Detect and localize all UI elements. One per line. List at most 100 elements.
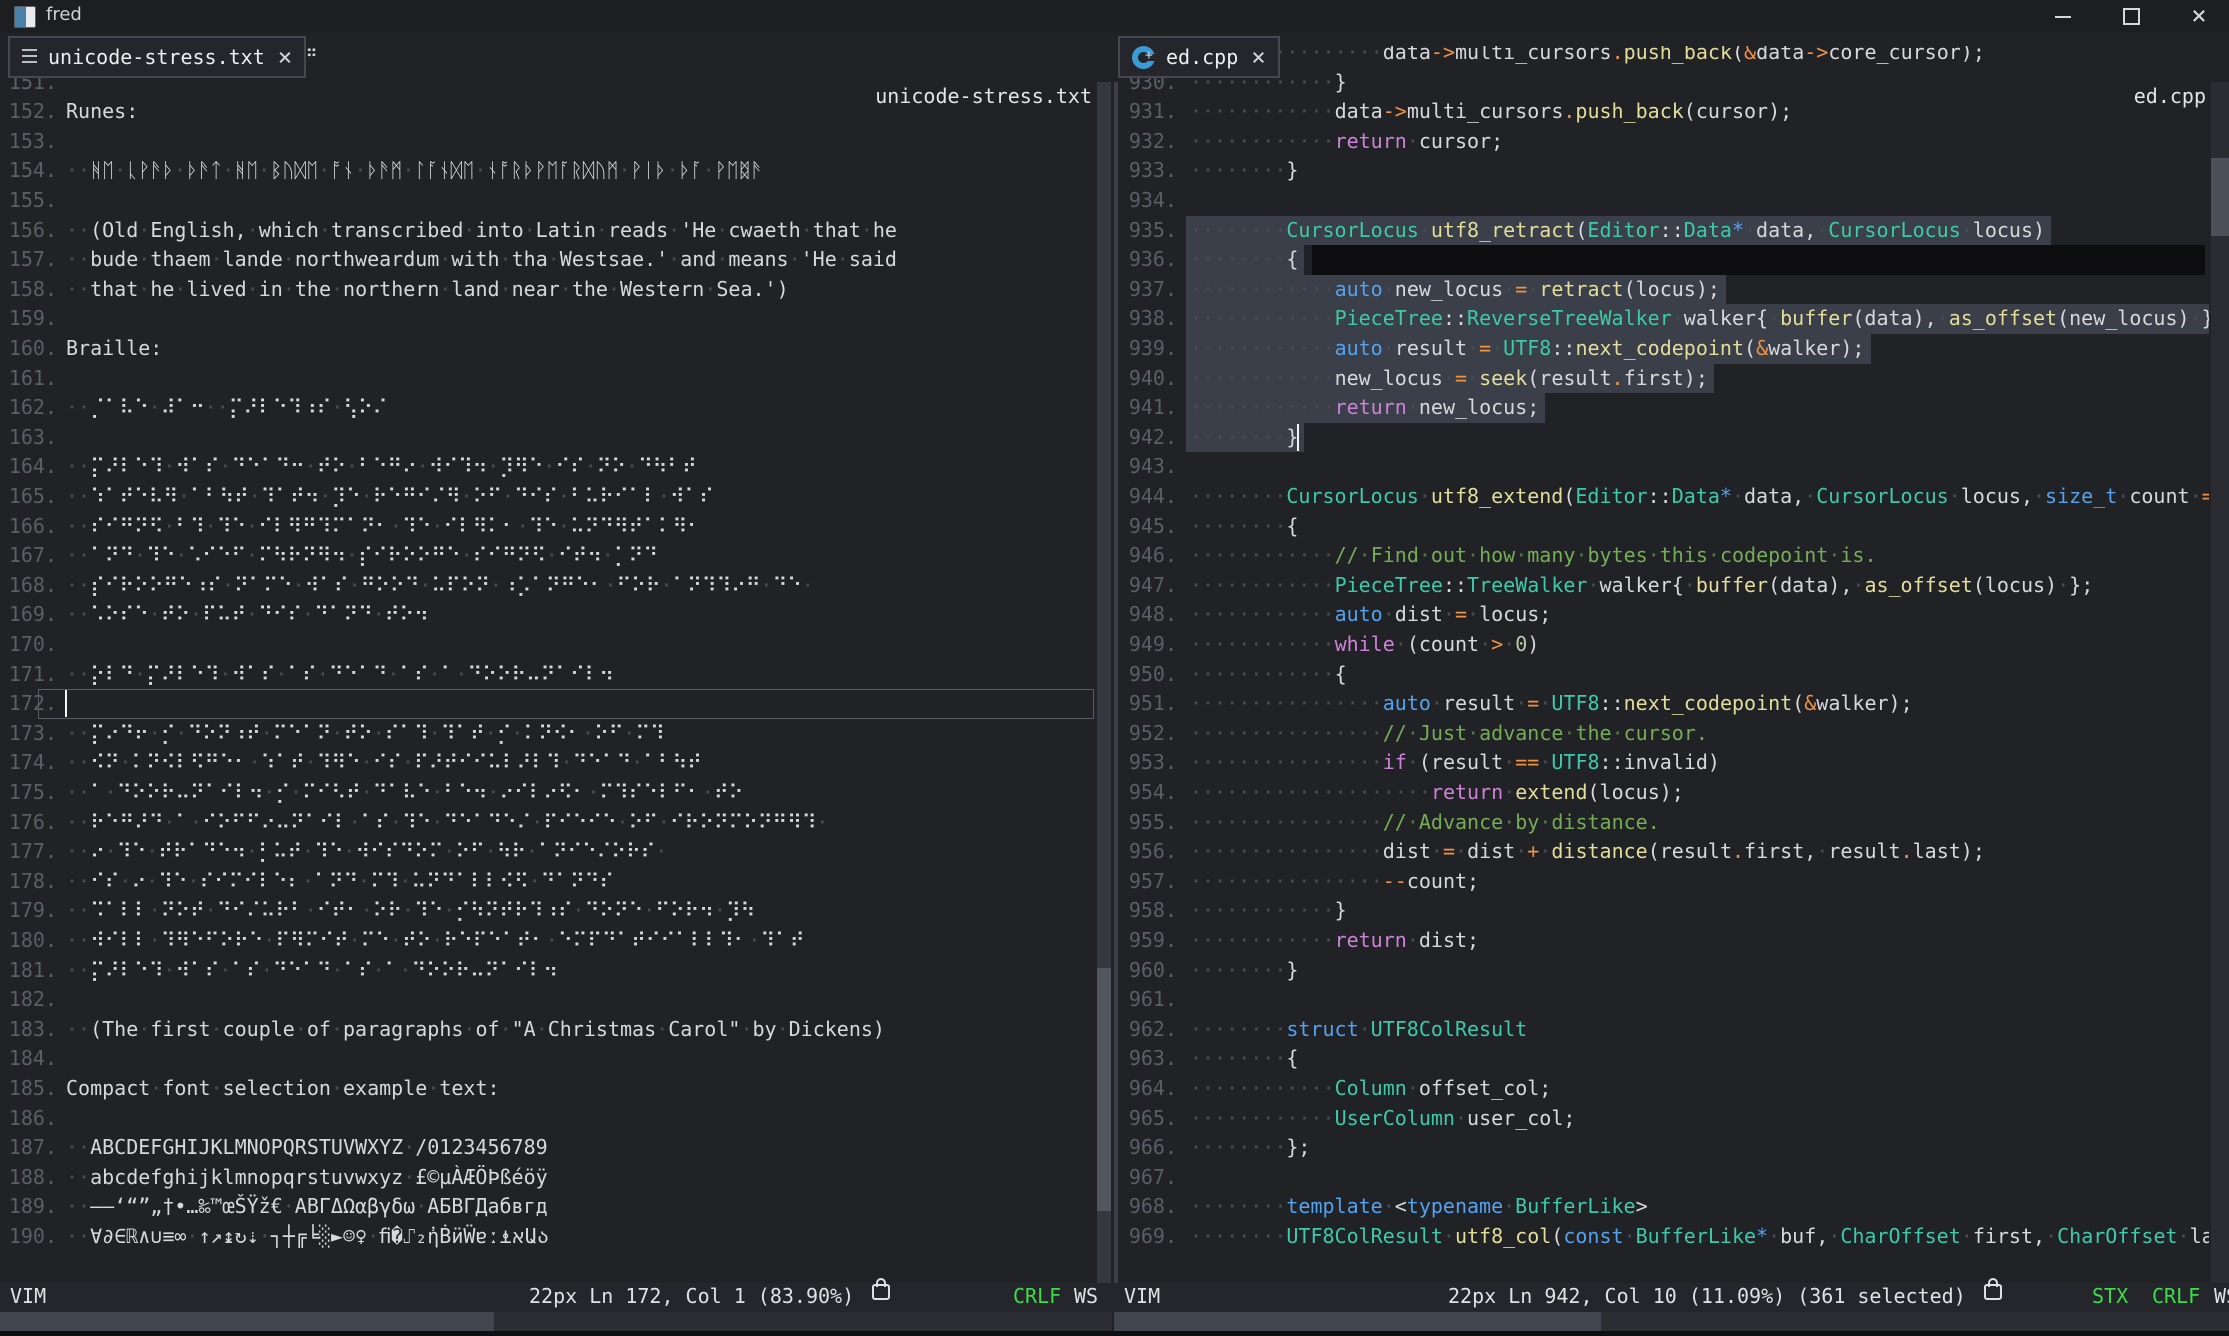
- whitespace-dot: ·: [429, 721, 441, 745]
- titlebar[interactable]: fred ×: [0, 0, 2229, 33]
- whitespace-dot: ·: [1310, 336, 1322, 360]
- whitespace-dot: ·: [66, 454, 78, 478]
- encoding-indicator[interactable]: STX: [2092, 1284, 2128, 1308]
- line-number: 182.: [4, 985, 57, 1015]
- code-line: 160.Braille:: [0, 334, 1097, 364]
- whitespace-dot: ·: [1298, 780, 1310, 804]
- code-line: 948.············auto·dist·=·locus;: [1120, 600, 2209, 630]
- scrollbar-thumb[interactable]: [1114, 1312, 1601, 1331]
- whitespace-dot: ·: [1274, 247, 1286, 271]
- whitespace-dot: ·: [1286, 721, 1298, 745]
- whitespace-dot: ·: [1431, 691, 1443, 715]
- lock-icon[interactable]: [872, 1284, 890, 1300]
- whitespace-dot: ·: [149, 721, 161, 745]
- scrollbar-thumb[interactable]: [1097, 968, 1111, 1211]
- code-line: 969.········UTF8ColResult·utf8_col(const…: [1120, 1222, 2209, 1252]
- right-horizontal-scrollbar[interactable]: [1114, 1312, 2229, 1331]
- whitespace-dot: ·: [1286, 573, 1298, 597]
- whitespace-dot: ·: [149, 602, 161, 626]
- whitespace-dot: ·: [1262, 1194, 1274, 1218]
- left-vertical-scrollbar[interactable]: [1097, 82, 1111, 1283]
- whitespace-dot: ·: [1190, 336, 1202, 360]
- right-vertical-scrollbar[interactable]: [2211, 82, 2229, 1283]
- whitespace-dot: ·: [78, 780, 90, 804]
- whitespace-dot: ·: [387, 662, 399, 686]
- whitespace-dot: ·: [1190, 484, 1202, 508]
- whitespace-dot: ·: [1226, 543, 1238, 567]
- whitespace-dot: ·: [1286, 691, 1298, 715]
- ws-indicator[interactable]: WS: [1074, 1284, 1098, 1308]
- whitespace-dot: ·: [1359, 839, 1371, 863]
- code-text: ··ᚻᛖ·ᚳᚹᚫᚦ·ᚦᚫᛏ·ᚻᛖ·ᛒᚢᛞᛖ·ᚩᚾ·ᚦᚫᛗ·ᛚᚪᚾᛞᛖ·ᚾᚩᚱᚦᚹ…: [66, 156, 763, 186]
- whitespace-dot: ·: [1202, 691, 1214, 715]
- whitespace-dot: ·: [461, 543, 473, 567]
- code-text: Compact·font·selection·example·text:: [66, 1074, 500, 1104]
- tab-unicode-stress[interactable]: unicode-stress.txt ×: [8, 36, 306, 78]
- left-editor-lines[interactable]: 150.··እግርህን·በፍራሽህ·ልክ·ዘርጋ።151.152.Runes:1…: [0, 46, 1097, 1283]
- whitespace-dot: ·: [1310, 691, 1322, 715]
- whitespace-dot: ·: [487, 454, 499, 478]
- line-number: 961.: [1124, 985, 1177, 1015]
- whitespace-dot: ·: [1274, 839, 1286, 863]
- scrollbar-thumb[interactable]: [0, 1312, 494, 1331]
- code-line: 165.··⠱⠁⠞⠑⠧⠻·⠁⠃⠳⠞·⠹⠁⠞⠲·⡹⠑·⠗⠑⠛⠊⠌⠻·⠕⠋·⠙⠊⠎·…: [0, 482, 1097, 512]
- maximize-button[interactable]: [2108, 0, 2154, 33]
- code-text: ········}: [1190, 956, 1298, 986]
- whitespace-dot: ·: [531, 810, 543, 834]
- scrollbar-thumb[interactable]: [2211, 158, 2229, 236]
- whitespace-dot: ·: [78, 454, 90, 478]
- whitespace-dot: ·: [1238, 1046, 1250, 1070]
- code-line: 956.················dist·=·dist·+·distan…: [1120, 837, 2209, 867]
- cpp-file-icon: +: [1132, 46, 1155, 69]
- whitespace-dot: ·: [358, 869, 370, 893]
- code-line: 154.··ᚻᛖ·ᚳᚹᚫᚦ·ᚦᚫᛏ·ᚻᛖ·ᛒᚢᛞᛖ·ᚩᚾ·ᚦᚫᛗ·ᛚᚪᚾᛞᛖ·ᚾ…: [0, 156, 1097, 186]
- whitespace-dot: ·: [1732, 484, 1744, 508]
- whitespace-dot: ·: [373, 602, 385, 626]
- whitespace-dot: ·: [1816, 839, 1828, 863]
- whitespace-dot: ·: [1371, 780, 1383, 804]
- tab-close-icon[interactable]: ×: [1251, 43, 1265, 71]
- whitespace-dot: ·: [1323, 928, 1335, 952]
- code-text: ········}: [1190, 423, 1298, 453]
- whitespace-dot: ·: [1310, 306, 1322, 330]
- minimize-button[interactable]: [2040, 0, 2086, 33]
- whitespace-dot: ·: [163, 454, 175, 478]
- code-line: 939.············auto·result·=·UTF8::next…: [1120, 334, 2209, 364]
- whitespace-dot: ·: [1323, 750, 1335, 774]
- whitespace-dot: ·: [1238, 839, 1250, 863]
- whitespace-dot: ·: [331, 958, 343, 982]
- whitespace-dot: ·: [585, 454, 597, 478]
- whitespace-dot: ·: [211, 1017, 223, 1041]
- right-editor-lines[interactable]: 929.················data->multi_cursors.…: [1120, 46, 2209, 1283]
- whitespace-dot: ·: [1274, 869, 1286, 893]
- whitespace-dot: ·: [1949, 484, 1961, 508]
- tab-ed-cpp[interactable]: + ed.cpp ×: [1118, 36, 1280, 78]
- whitespace-dot: ·: [390, 514, 402, 538]
- whitespace-dot: ·: [1250, 1076, 1262, 1100]
- whitespace-dot: ·: [443, 898, 455, 922]
- whitespace-dot: ·: [78, 1017, 90, 1041]
- lock-icon[interactable]: [1984, 1284, 2002, 1300]
- pane-divider[interactable]: [1114, 82, 1118, 1283]
- whitespace-dot: ·: [1274, 543, 1286, 567]
- whitespace-dot: ·: [349, 810, 361, 834]
- ws-indicator[interactable]: WS: [2214, 1284, 2229, 1308]
- whitespace-dot: ·: [261, 958, 273, 982]
- eol-indicator[interactable]: CRLF: [1013, 1284, 1061, 1308]
- code-line: 158.··that·he·lived·in·the·northern·land…: [0, 275, 1097, 305]
- tab-close-icon[interactable]: ×: [278, 43, 292, 71]
- left-horizontal-scrollbar[interactable]: [0, 1312, 1112, 1331]
- whitespace-dot: ·: [78, 662, 90, 686]
- whitespace-dot: ·: [66, 898, 78, 922]
- whitespace-dot: ·: [443, 839, 455, 863]
- code-text: ··⠁⠝⠙·⠹⠑·⠡⠊⠑⠋·⠍⠳⠗⠝⠻⠲·⡎⠊⠗⠕⠕⠛⠑·⠎⠊⠛⠝⠫·⠊⠞⠲·⡁…: [66, 541, 658, 571]
- whitespace-dot: ·: [346, 454, 358, 478]
- whitespace-dot: ·: [119, 869, 131, 893]
- whitespace-dot: ·: [1238, 573, 1250, 597]
- whitespace-dot: ·: [1262, 602, 1274, 626]
- whitespace-dot: ·: [78, 158, 90, 182]
- close-button[interactable]: ×: [2176, 0, 2222, 33]
- eol-indicator[interactable]: CRLF: [2152, 1284, 2200, 1308]
- whitespace-dot: ·: [1202, 425, 1214, 449]
- code-line: 934.: [1120, 186, 2209, 216]
